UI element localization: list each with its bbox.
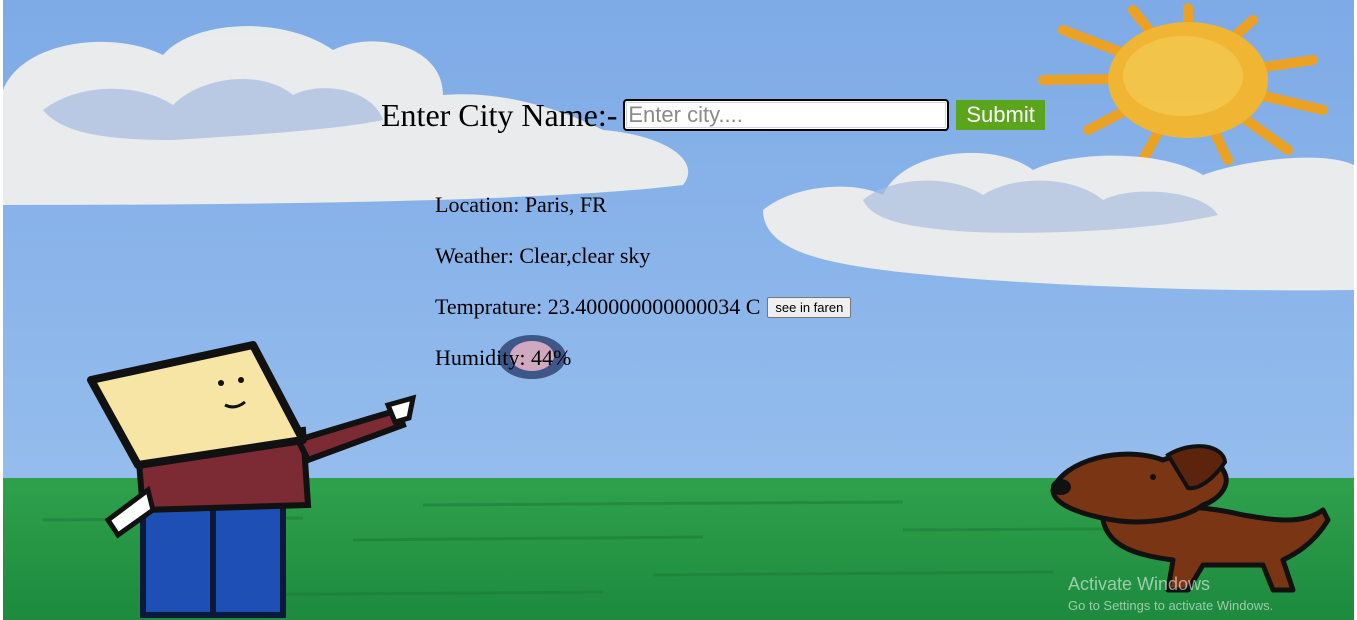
see-in-faren-button[interactable]: see in faren: [767, 296, 852, 318]
humidity-value: 44: [530, 345, 553, 370]
watermark-title: Activate Windows: [1068, 574, 1211, 594]
city-search-form: Enter City Name:- Submit: [381, 96, 1045, 134]
city-name-label: Enter City Name:-: [381, 97, 618, 133]
page: Enter City Name:- Submit Location: Paris…: [0, 0, 1357, 620]
weather-label: Weather:: [435, 243, 514, 268]
submit-button[interactable]: Submit: [956, 100, 1045, 130]
temperature-unit: C: [745, 294, 761, 319]
weather-value: Clear,clear sky: [519, 243, 651, 268]
temperature-value: 23.400000000000034: [547, 294, 741, 319]
activate-windows-watermark: Activate Windows Go to Settings to activ…: [1068, 573, 1273, 615]
location-label: Location:: [435, 192, 520, 217]
location-line: Location: Paris, FR: [435, 192, 607, 218]
humidity-unit: %: [552, 345, 572, 370]
location-value: Paris, FR: [524, 192, 607, 217]
humidity-line: Humidity: 44%: [435, 345, 571, 371]
city-input[interactable]: [623, 99, 950, 131]
humidity-label: Humidity:: [435, 345, 526, 370]
temperature-line: Temprature: 23.400000000000034 C see in …: [435, 294, 852, 320]
watermark-subtitle: Go to Settings to activate Windows.: [1068, 598, 1274, 613]
temperature-label: Temprature:: [435, 294, 543, 319]
weather-line: Weather: Clear,clear sky: [435, 243, 650, 269]
